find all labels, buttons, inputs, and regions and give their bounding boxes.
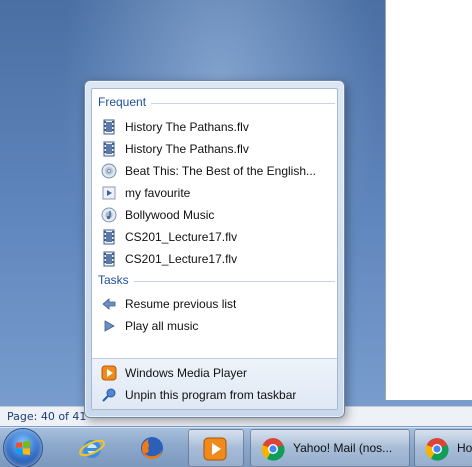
- back-arrow-icon: [101, 296, 117, 312]
- unpin-icon: [101, 387, 117, 403]
- jump-list-item[interactable]: Beat This: The Best of the English...: [94, 160, 335, 182]
- video-file-icon: [101, 141, 117, 157]
- taskbar-chrome-second[interactable]: How: [414, 429, 472, 467]
- play-icon: [101, 318, 117, 334]
- windows-logo-icon: [16, 441, 30, 455]
- item-label: Play all music: [125, 319, 199, 333]
- taskbar-button-label: How: [457, 441, 472, 455]
- item-label: my favourite: [125, 186, 191, 200]
- open-windows-media-player[interactable]: Windows Media Player: [94, 362, 335, 384]
- taskbar-internet-explorer[interactable]: [70, 429, 114, 467]
- item-label: Beat This: The Best of the English...: [125, 164, 316, 178]
- jump-list-item[interactable]: Bollywood Music: [94, 204, 335, 226]
- chrome-icon: [261, 438, 285, 461]
- jump-list-item[interactable]: my favourite: [94, 182, 335, 204]
- item-label: Unpin this program from taskbar: [125, 388, 297, 402]
- page-count-text: Page: 40 of 41: [7, 410, 87, 423]
- video-file-icon: [101, 229, 117, 245]
- firefox-icon: [141, 437, 163, 460]
- jump-list-item[interactable]: CS201_Lecture17.flv: [94, 226, 335, 248]
- desktop: Page: 40 of 41 Frequent History The Path…: [0, 0, 472, 467]
- chrome-icon: [425, 438, 449, 461]
- jump-list-panel: Frequent History The Pathans.flv History…: [91, 88, 338, 410]
- jump-list-item[interactable]: CS201_Lecture17.flv: [94, 248, 335, 270]
- taskbar-button-label: Yahoo! Mail (nos...: [293, 441, 393, 455]
- item-label: History The Pathans.flv: [125, 120, 249, 134]
- item-label: Windows Media Player: [125, 366, 248, 380]
- internet-explorer-icon: [79, 439, 105, 458]
- task-play-all-music[interactable]: Play all music: [94, 315, 335, 337]
- media-player-icon: [203, 437, 227, 461]
- frequent-section-header: Frequent: [98, 95, 335, 111]
- taskbar-firefox[interactable]: [130, 429, 174, 467]
- start-button[interactable]: [4, 429, 42, 467]
- cd-audio-icon: [101, 163, 117, 179]
- taskbar: Yahoo! Mail (nos... How: [0, 427, 472, 467]
- music-library-icon: [101, 207, 117, 223]
- item-label: CS201_Lecture17.flv: [125, 252, 238, 266]
- jump-list-item[interactable]: History The Pathans.flv: [94, 116, 335, 138]
- tasks-section-header: Tasks: [98, 273, 335, 289]
- item-label: CS201_Lecture17.flv: [125, 230, 238, 244]
- taskbar-windows-media-player[interactable]: [188, 429, 244, 467]
- video-file-icon: [101, 119, 117, 135]
- item-label: History The Pathans.flv: [125, 142, 249, 156]
- item-label: Resume previous list: [125, 297, 237, 311]
- item-label: Bollywood Music: [125, 208, 215, 222]
- playlist-icon: [101, 185, 117, 201]
- task-resume-previous-list[interactable]: Resume previous list: [94, 293, 335, 315]
- video-file-icon: [101, 251, 117, 267]
- app-window-edge: [385, 0, 472, 400]
- taskbar-chrome-yahoo-mail[interactable]: Yahoo! Mail (nos...: [250, 429, 410, 467]
- unpin-from-taskbar[interactable]: Unpin this program from taskbar: [94, 384, 335, 406]
- media-player-icon: [101, 365, 117, 381]
- jump-list-item[interactable]: History The Pathans.flv: [94, 138, 335, 160]
- jump-list-footer: Windows Media Player Unpin this program …: [92, 358, 337, 409]
- jump-list: Frequent History The Pathans.flv History…: [84, 80, 345, 418]
